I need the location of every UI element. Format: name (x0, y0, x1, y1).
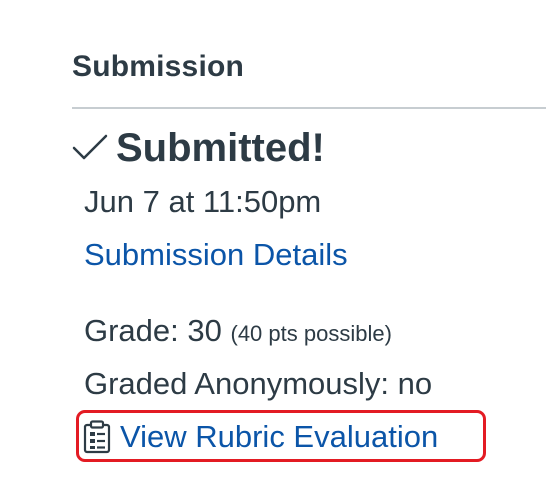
section-title: Submission (72, 50, 245, 83)
submission-details-link[interactable]: Submission Details (84, 237, 348, 273)
submission-date: Jun 7 at 11:50pm (84, 184, 322, 219)
status-text: Submitted! (116, 125, 325, 170)
grade-possible: (40 pts possible) (230, 321, 392, 346)
submission-panel: Submission Submitted! Jun 7 at 11:50pm S… (72, 0, 546, 498)
clipboard-rubric-icon (82, 420, 112, 454)
rubric-link-label: View Rubric Evaluation (120, 419, 439, 454)
graded-anonymously: Graded Anonymously: no (84, 366, 433, 401)
section-divider (72, 107, 546, 109)
view-rubric-evaluation-link[interactable]: View Rubric Evaluation (82, 417, 438, 457)
grade-row: Grade: 30 (40 pts possible) (84, 313, 392, 349)
submission-status: Submitted! (72, 124, 325, 172)
checkmark-icon (72, 134, 108, 162)
grade-value: Grade: 30 (84, 313, 222, 348)
